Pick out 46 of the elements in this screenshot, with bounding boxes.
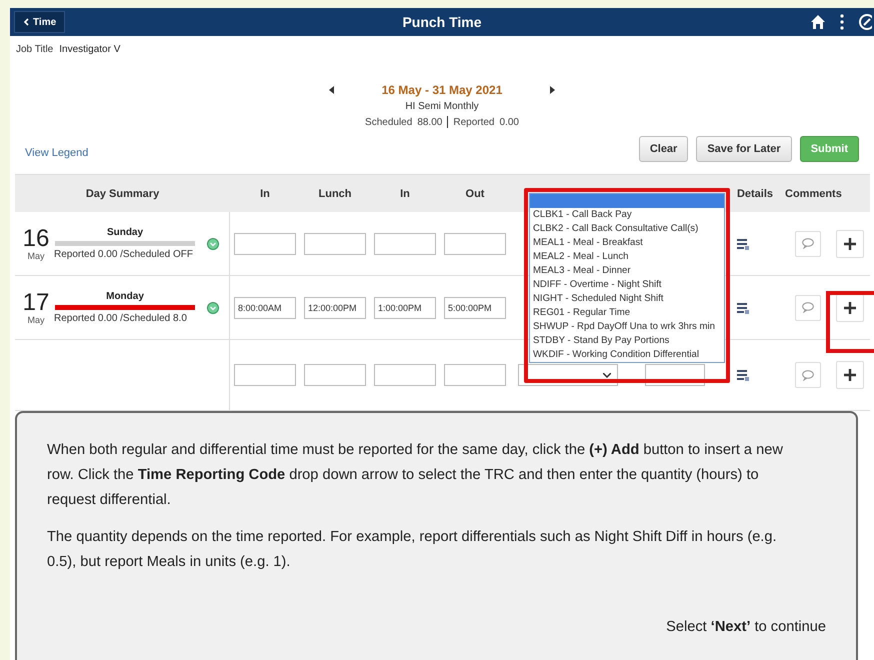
day-number: 17: [22, 290, 50, 314]
dropdown-option[interactable]: CLBK1 - Call Back Pay: [530, 208, 724, 222]
dropdown-option[interactable]: MEAL3 - Meal - Dinner: [530, 264, 724, 278]
dropdown-option[interactable]: MEAL2 - Meal - Lunch: [530, 250, 724, 264]
period-range: 16 May - 31 May 2021: [382, 83, 502, 97]
day-summary: Reported 0.00 /Scheduled OFF: [54, 249, 194, 260]
scheduled-label: Scheduled: [365, 116, 412, 128]
dropdown-option[interactable]: MEAL1 - Meal - Breakfast: [530, 236, 724, 250]
callout-text: The quantity depends on the time reported. For example, report differentials such as Night Shift Diff in hours (e.g. 0.5), but report Meals in units (e.g. 1).: [47, 528, 778, 572]
month-label: May: [27, 250, 44, 260]
page-title: Punch Time: [402, 14, 482, 30]
dropdown-option[interactable]: SHWUP - Rpd DayOff Una to wrk 3hrs min: [530, 320, 724, 334]
dropdown-option[interactable]: NIGHT - Scheduled Night Shift: [530, 292, 724, 306]
scheduled-value: 88.00: [417, 116, 442, 128]
continue-hint: Select ‘Next’ to continue: [666, 618, 826, 637]
time-field[interactable]: 8:00:00AM: [234, 296, 296, 318]
column-header: Comments: [785, 188, 842, 200]
dropdown-option[interactable]: CLBK2 - Call Back Consultative Call(s): [530, 222, 724, 236]
action-button[interactable]: Clear: [638, 136, 688, 162]
column-header: Day Summary: [86, 188, 160, 200]
column-header: Out: [466, 188, 484, 200]
dropdown-option[interactable]: STDBY - Stand By Pay Portions: [530, 334, 724, 348]
dropdown-option[interactable]: NDIFF - Overtime - Night Shift: [530, 278, 724, 292]
action-button[interactable]: Save for Later: [696, 136, 792, 162]
schedule-name: HI Semi Monthly: [405, 101, 479, 112]
time-field[interactable]: 12:00:00PM: [304, 296, 366, 318]
dropdown-option[interactable]: REG01 - Regular Time: [530, 306, 724, 320]
weekday-label: Sunday: [106, 227, 144, 238]
day-summary: Reported 0.00 /Scheduled 8.0: [54, 313, 188, 324]
callout-text: When both regular and differential time must be reported for the same day, click the (+) Add button to insert a new row. Click the Time Reporting Code drop down arrow to select the TRC and then enter the quantity (hours) to request differential.: [47, 441, 784, 510]
column-header: In: [400, 188, 410, 200]
column-header: Details: [736, 188, 774, 200]
back-button[interactable]: Time: [14, 11, 66, 33]
reported-value: 0.00: [499, 116, 519, 128]
job-title-label: Job Title: [16, 44, 54, 55]
dropdown-option[interactable]: WKDIF - Working Condition Differential: [530, 348, 724, 362]
view-legend-link[interactable]: View Legend: [25, 147, 88, 162]
reported-label: Reported: [453, 116, 494, 128]
job-title-value: Investigator V: [59, 44, 120, 55]
month-label: May: [27, 314, 44, 324]
day-number: 16: [22, 226, 50, 250]
time-field[interactable]: 5:00:00PM: [444, 296, 506, 318]
column-header: Lunch: [318, 188, 352, 200]
column-header: In: [260, 188, 270, 200]
time-field[interactable]: 1:00:00PM: [374, 296, 436, 318]
weekday-label: Monday: [106, 291, 144, 302]
